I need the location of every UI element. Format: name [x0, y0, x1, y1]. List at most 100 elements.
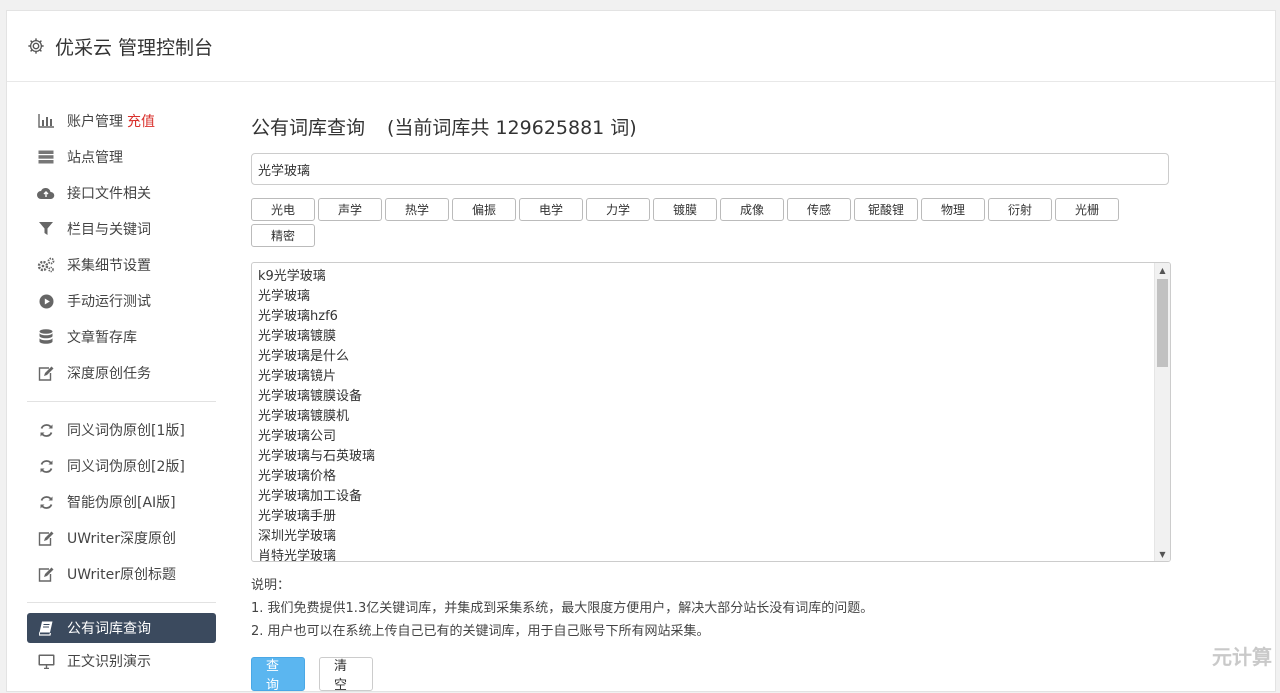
sidebar-item-synonym-v1[interactable]: 同义词伪原创[1版]: [27, 412, 216, 448]
results-textarea[interactable]: k9光学玻璃 光学玻璃 光学玻璃hzf6 光学玻璃镀膜 光学玻璃是什么 光学玻璃…: [251, 262, 1171, 562]
sidebar-divider: [27, 401, 216, 402]
sidebar-item-label: 深度原创任务: [67, 366, 151, 382]
result-line: 光学玻璃镀膜设备: [258, 389, 363, 404]
sidebar-item-label: 站点管理: [67, 150, 123, 166]
scrollbar-thumb[interactable]: [1157, 279, 1168, 367]
tag-chip[interactable]: 热学: [385, 198, 449, 221]
scroll-up-arrow-icon[interactable]: ▲: [1155, 263, 1170, 277]
result-line: 光学玻璃公司: [258, 429, 337, 444]
sidebar-item-label: 同义词伪原创[1版]: [67, 423, 185, 439]
watermark-text: 元计算: [1212, 645, 1272, 669]
sidebar: 账户管理 充值 站点管理 接口文件相关 栏目与关键词 采集细节设置 手动运行测试…: [27, 103, 216, 679]
sidebar-divider: [27, 602, 216, 603]
sidebar-item-synonym-v2[interactable]: 同义词伪原创[2版]: [27, 448, 216, 484]
tag-chip[interactable]: 衍射: [988, 198, 1052, 221]
scroll-down-arrow-icon[interactable]: ▼: [1155, 547, 1170, 561]
result-line: 深圳光学玻璃: [258, 529, 337, 544]
sidebar-item-label: 手动运行测试: [67, 294, 151, 310]
result-line: 光学玻璃: [258, 289, 311, 304]
scrollbar[interactable]: ▲ ▼: [1154, 263, 1170, 561]
sidebar-item-label: 文章暂存库: [67, 330, 137, 346]
edit-icon: [37, 529, 55, 547]
top-bar: 优采云 管理控制台: [7, 11, 1275, 82]
monitor-icon: [37, 652, 55, 670]
sidebar-item-text-recognition-demo[interactable]: 正文识别演示: [27, 643, 216, 679]
tag-chip[interactable]: 光栅: [1055, 198, 1119, 221]
refresh-icon: [37, 493, 55, 511]
refresh-icon: [37, 421, 55, 439]
tag-chip[interactable]: 光电: [251, 198, 315, 221]
console-page: 优采云 管理控制台 账户管理 充值 站点管理 接口文件相关 栏目与关键词 采集细…: [6, 10, 1276, 693]
query-button[interactable]: 查询: [251, 657, 305, 693]
result-line: 光学玻璃镜片: [258, 369, 337, 384]
result-line: 光学玻璃与石英玻璃: [258, 449, 376, 464]
main-content: 公有词库查询 (当前词库共 129625881 词) 光电 声学 热学 偏振 电学…: [251, 103, 1171, 693]
sidebar-item-label: 接口文件相关: [67, 186, 151, 202]
sidebar-item-interface-files[interactable]: 接口文件相关: [27, 175, 216, 211]
result-line: 肖特光学玻璃: [258, 549, 337, 562]
tag-chip[interactable]: 镀膜: [653, 198, 717, 221]
tag-chip[interactable]: 传感: [787, 198, 851, 221]
server-icon: [37, 148, 55, 166]
sidebar-item-manual-test[interactable]: 手动运行测试: [27, 283, 216, 319]
gear-icon[interactable]: [27, 37, 45, 55]
tag-chip[interactable]: 铌酸锂: [854, 198, 918, 221]
result-line: 光学玻璃hzf6: [258, 309, 338, 324]
page-title: 公有词库查询 (当前词库共 129625881 词): [251, 113, 1171, 143]
filter-icon: [37, 220, 55, 238]
sidebar-item-uwriter-title[interactable]: UWriter原创标题: [27, 556, 216, 592]
app-title: 优采云 管理控制台: [55, 36, 214, 59]
edit-icon: [37, 364, 55, 382]
sidebar-item-label: 正文识别演示: [67, 654, 151, 670]
sidebar-item-deep-original-task[interactable]: 深度原创任务: [27, 355, 216, 391]
edit-icon: [37, 565, 55, 583]
tag-chip[interactable]: 声学: [318, 198, 382, 221]
clear-button[interactable]: 清空: [319, 657, 373, 693]
sidebar-item-account[interactable]: 账户管理 充值: [27, 103, 216, 139]
tag-chip[interactable]: 电学: [519, 198, 583, 221]
tag-chip-group: 光电 声学 热学 偏振 电学 力学 镀膜 成像 传感 铌酸锂 物理 衍射 光栅 …: [251, 198, 1131, 250]
tag-chip[interactable]: 成像: [720, 198, 784, 221]
play-icon: [37, 292, 55, 310]
tag-chip[interactable]: 力学: [586, 198, 650, 221]
refresh-icon: [37, 457, 55, 475]
action-buttons: 查询 清空: [251, 657, 1171, 693]
sidebar-item-columns-keywords[interactable]: 栏目与关键词: [27, 211, 216, 247]
sidebar-item-article-storage[interactable]: 文章暂存库: [27, 319, 216, 355]
result-line: 光学玻璃加工设备: [258, 489, 363, 504]
search-input[interactable]: [251, 153, 1169, 185]
result-line: 光学玻璃手册: [258, 509, 337, 524]
note-line: 2. 用户也可以在系统上传自己已有的关键词库，用于自己账号下所有网站采集。: [251, 624, 710, 639]
book-icon: [37, 619, 55, 637]
database-icon: [37, 328, 55, 346]
sidebar-item-ai-rewrite[interactable]: 智能伪原创[AI版]: [27, 484, 216, 520]
result-line: 光学玻璃镀膜机: [258, 409, 350, 424]
sidebar-item-label: UWriter原创标题: [67, 567, 176, 583]
tag-chip[interactable]: 物理: [921, 198, 985, 221]
note-line: 1. 我们免费提供1.3亿关键词库，并集成到采集系统，最大限度方便用户，解决大部…: [251, 601, 874, 616]
results-list: k9光学玻璃 光学玻璃 光学玻璃hzf6 光学玻璃镀膜 光学玻璃是什么 光学玻璃…: [252, 263, 1170, 562]
bar-chart-icon: [37, 112, 55, 130]
sidebar-item-label: 栏目与关键词: [67, 222, 151, 238]
lexicon-count: (当前词库共 129625881 词): [387, 117, 637, 139]
sidebar-item-label: 同义词伪原创[2版]: [67, 459, 185, 475]
sidebar-item-label: 智能伪原创[AI版]: [67, 495, 176, 511]
recharge-link[interactable]: 充值: [127, 111, 155, 131]
cloud-upload-icon: [37, 184, 55, 202]
sidebar-item-label: 采集细节设置: [67, 258, 151, 274]
notes-section: 说明： 1. 我们免费提供1.3亿关键词库，并集成到采集系统，最大限度方便用户，…: [251, 574, 1171, 643]
tag-chip[interactable]: 精密: [251, 224, 315, 247]
tag-chip[interactable]: 偏振: [452, 198, 516, 221]
sidebar-item-label: UWriter深度原创: [67, 531, 176, 547]
sidebar-item-public-lexicon[interactable]: 公有词库查询: [27, 613, 216, 643]
result-line: k9光学玻璃: [258, 269, 326, 284]
sidebar-item-label: 公有词库查询: [67, 621, 151, 637]
result-line: 光学玻璃是什么: [258, 349, 350, 364]
result-line: 光学玻璃镀膜: [258, 329, 337, 344]
gears-icon: [37, 256, 55, 274]
result-line: 光学玻璃价格: [258, 469, 337, 484]
sidebar-item-sites[interactable]: 站点管理: [27, 139, 216, 175]
page-title-text: 公有词库查询: [251, 117, 366, 139]
sidebar-item-uwriter-deep[interactable]: UWriter深度原创: [27, 520, 216, 556]
sidebar-item-collect-settings[interactable]: 采集细节设置: [27, 247, 216, 283]
